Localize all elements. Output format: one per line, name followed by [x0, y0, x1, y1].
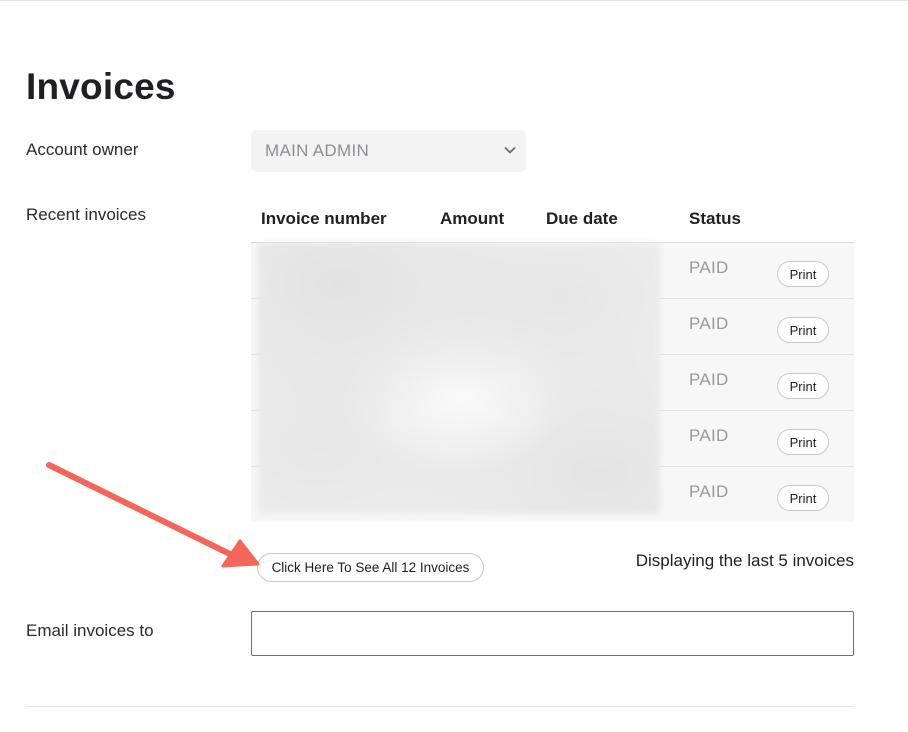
email-invoices-label: Email invoices to — [26, 621, 154, 640]
account-owner-label: Account owner — [26, 140, 139, 159]
bottom-divider — [26, 706, 854, 707]
status-cell: PAID — [689, 370, 729, 389]
account-owner-select[interactable]: MAIN ADMIN — [251, 130, 526, 172]
print-button[interactable]: Print — [777, 261, 829, 287]
status-cell: PAID — [689, 426, 729, 445]
account-owner-value: MAIN ADMIN — [265, 141, 370, 160]
column-header-invoice-number: Invoice number — [261, 209, 387, 228]
column-header-due-date: Due date — [546, 209, 618, 228]
redacted-invoice-details — [258, 243, 660, 514]
displaying-count-text: Displaying the last 5 invoices — [635, 551, 854, 570]
print-button[interactable]: Print — [777, 485, 829, 511]
see-all-invoices-button[interactable]: Click Here To See All 12 Invoices — [257, 553, 484, 582]
email-invoices-input[interactable] — [251, 611, 854, 656]
print-button[interactable]: Print — [777, 373, 829, 399]
table-header: Invoice number Amount Due date Status — [251, 200, 854, 243]
column-header-amount: Amount — [440, 209, 505, 228]
annotation-arrow-icon — [46, 462, 260, 568]
page-title: Invoices — [26, 66, 176, 107]
print-button[interactable]: Print — [777, 429, 829, 455]
column-header-status: Status — [689, 209, 741, 228]
chevron-down-icon — [504, 147, 516, 154]
status-cell: PAID — [689, 258, 729, 277]
status-cell: PAID — [689, 314, 729, 333]
status-cell: PAID — [689, 482, 729, 501]
recent-invoices-label: Recent invoices — [26, 205, 147, 224]
print-button[interactable]: Print — [777, 317, 829, 343]
top-divider — [0, 0, 908, 1]
